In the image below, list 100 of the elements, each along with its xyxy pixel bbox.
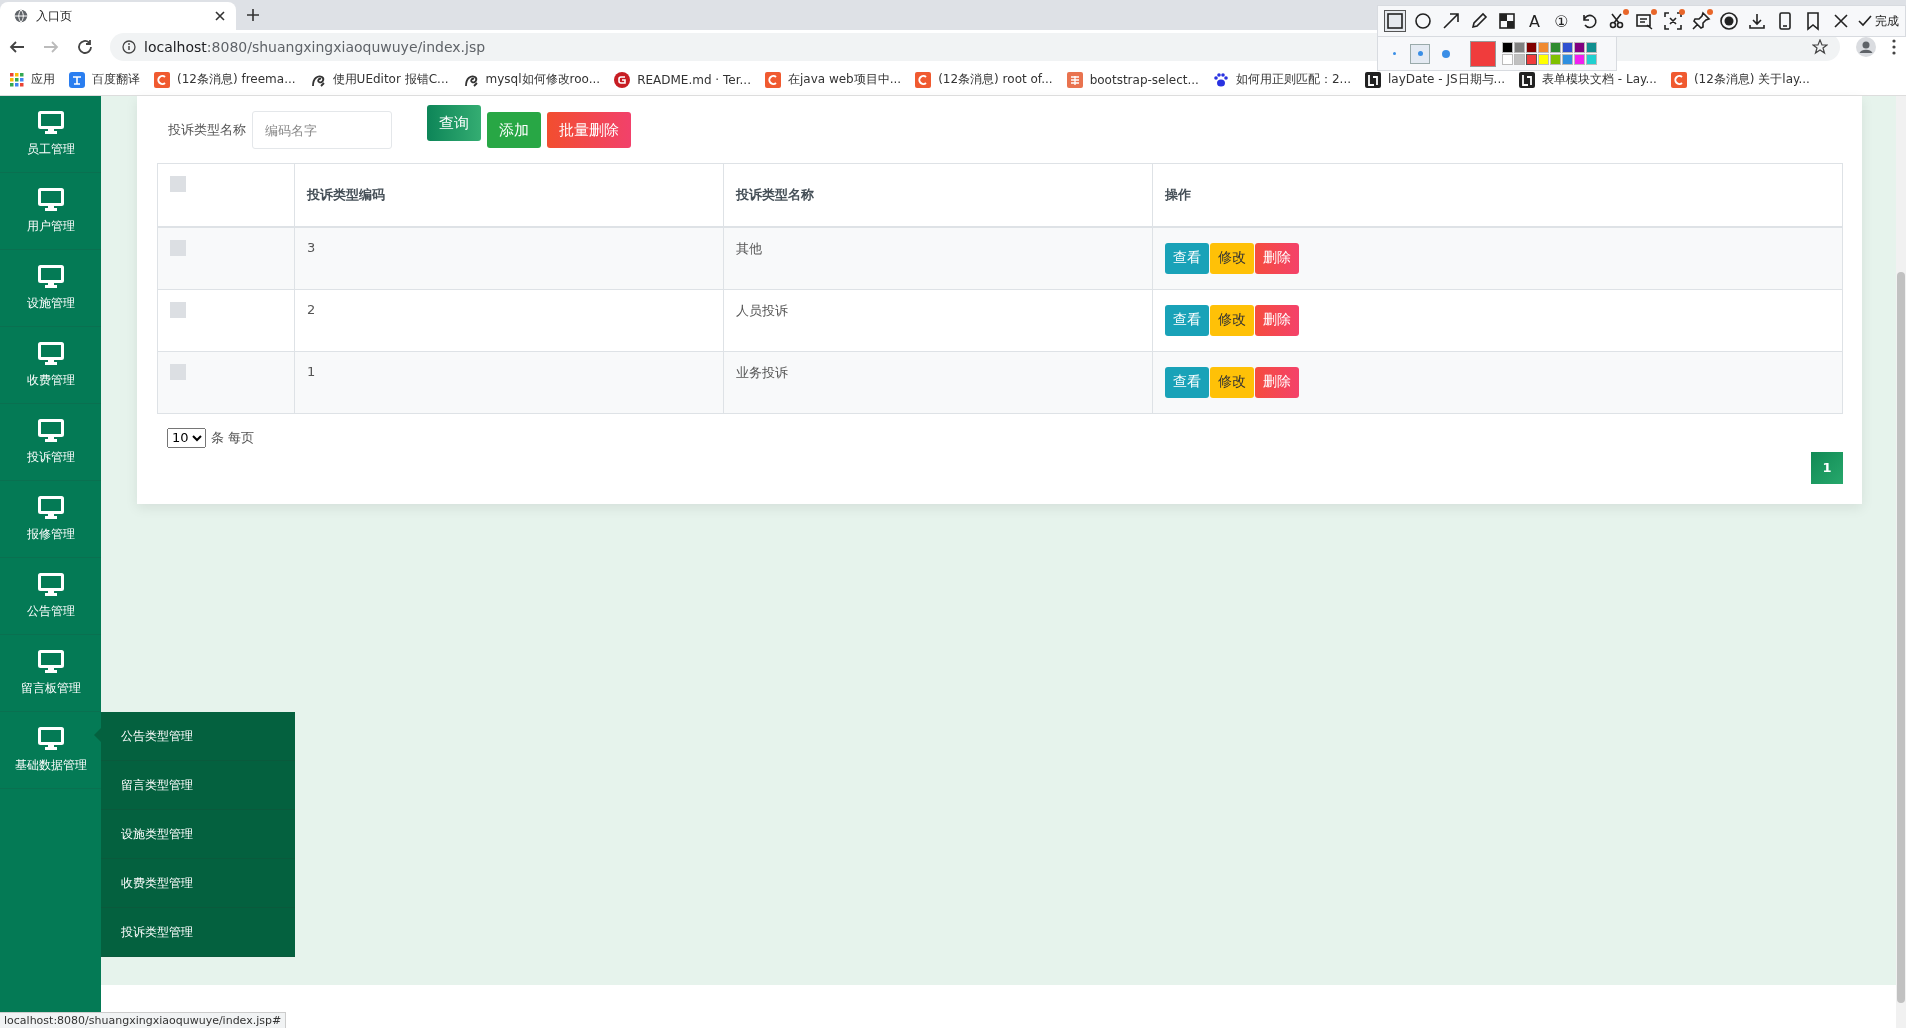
color-swatch[interactable] <box>1562 54 1573 65</box>
color-swatch[interactable] <box>1538 42 1549 53</box>
bookmark[interactable]: 应用 <box>10 71 55 88</box>
scan-icon[interactable] <box>1635 11 1655 31</box>
color-swatch[interactable] <box>1550 42 1561 53</box>
arrow-tool-icon[interactable] <box>1441 11 1461 31</box>
circle-tool-icon[interactable] <box>1413 11 1433 31</box>
close-icon[interactable] <box>214 10 226 22</box>
table-cell: 3 <box>307 240 316 255</box>
monitor-icon <box>37 187 64 212</box>
monitor-icon <box>37 264 64 289</box>
bookmark[interactable]: layDate - JS日期与... <box>1365 71 1506 88</box>
edit-button[interactable]: 修改 <box>1210 242 1254 274</box>
page-button[interactable]: 1 <box>1811 451 1843 484</box>
column-header: 投诉类型名称 <box>736 187 814 202</box>
monitor-icon <box>37 726 64 751</box>
check-icon <box>1858 15 1872 27</box>
column-header: 操作 <box>1165 187 1191 202</box>
download-icon[interactable] <box>1747 11 1767 31</box>
bookmark[interactable]: 在java web项目中... <box>764 71 902 88</box>
scrollbar[interactable] <box>1897 272 1905 1003</box>
edit-button[interactable]: 修改 <box>1210 366 1254 398</box>
color-swatch[interactable] <box>1562 42 1573 53</box>
url-text: localhost:8080/shuangxingxiaoquwuye/index.jsp <box>144 39 486 55</box>
table-cell: 2 <box>307 301 316 317</box>
new-tab-icon[interactable] <box>246 8 260 22</box>
apps-icon[interactable] <box>10 72 24 87</box>
tab-title: 入口页 <box>36 7 73 25</box>
site-icon <box>1066 71 1083 88</box>
search-field[interactable]: 编码名字 <box>252 111 392 149</box>
globe-icon <box>14 9 28 23</box>
search-button[interactable]: 查询 <box>427 105 481 141</box>
bookmark[interactable]: (12条消息) 关于lay... <box>1670 71 1810 88</box>
color-swatch[interactable] <box>1514 42 1525 53</box>
site-icon <box>154 71 170 88</box>
color-swatch[interactable] <box>1586 42 1597 53</box>
page-size-select[interactable]: 10 <box>167 427 206 448</box>
bookmark[interactable]: 使用UEditor 报错C... <box>309 71 449 88</box>
table-cell: 1 <box>307 363 316 379</box>
select-all-checkbox[interactable] <box>170 176 186 192</box>
monitor-icon <box>37 495 64 520</box>
bookmark[interactable]: (12条消息) root of... <box>915 71 1053 88</box>
table-cell: 人员投诉 <box>736 302 788 318</box>
status-bar: localhost:8080/shuangxingxiaoquwuye/index.jsp# <box>0 1012 287 1028</box>
row-checkbox[interactable] <box>170 240 186 256</box>
monitor-icon <box>37 649 64 674</box>
expand-icon[interactable] <box>1663 11 1683 31</box>
text-tool[interactable]: ① <box>1551 10 1572 32</box>
column-header: 投诉类型编码 <box>307 187 385 202</box>
row-checkbox[interactable] <box>170 363 186 380</box>
site-icon <box>1670 71 1687 88</box>
translate-icon <box>69 71 85 88</box>
current-color[interactable] <box>1470 40 1496 67</box>
batch-delete-button[interactable]: 批量删除 <box>547 112 631 148</box>
color-swatch[interactable] <box>1574 54 1585 65</box>
delete-button[interactable]: 删除 <box>1255 304 1299 336</box>
site-icon <box>614 71 631 88</box>
text-tool[interactable]: A <box>1524 10 1545 32</box>
monitor-icon <box>37 341 64 366</box>
color-swatch[interactable] <box>1586 54 1597 65</box>
color-swatch[interactable] <box>1550 54 1561 65</box>
color-swatch[interactable] <box>1514 54 1525 65</box>
info-icon[interactable] <box>122 40 136 54</box>
color-swatch[interactable] <box>1526 42 1537 53</box>
bookmark[interactable]: bootstrap-select... <box>1066 71 1199 88</box>
browser-tab[interactable]: 入口页 <box>0 2 236 30</box>
color-swatch[interactable] <box>1574 42 1585 53</box>
menu-icon[interactable] <box>1892 39 1896 55</box>
mosaic-icon[interactable] <box>1497 11 1517 31</box>
monitor-icon <box>37 418 64 443</box>
table-cell: 业务投诉 <box>736 364 788 380</box>
star-icon[interactable] <box>1812 39 1828 55</box>
monitor-icon <box>37 110 64 135</box>
delete-button[interactable]: 删除 <box>1255 242 1299 274</box>
monitor-icon <box>37 572 64 597</box>
field-label: 投诉类型名称 <box>168 121 246 139</box>
done-button[interactable]: 完成 <box>1858 12 1899 30</box>
color-swatch[interactable] <box>1526 54 1537 65</box>
bookmark[interactable]: 表单模块文档 - Lay... <box>1519 71 1657 88</box>
bookmark[interactable]: 百度翻译 <box>69 71 140 88</box>
pencil-icon[interactable] <box>1469 11 1489 31</box>
rectangle-tool-icon[interactable] <box>1385 11 1405 31</box>
paw-icon <box>1212 71 1229 88</box>
color-swatch[interactable] <box>1538 54 1549 65</box>
bookmark[interactable]: 如何用正则匹配：2... <box>1212 71 1351 88</box>
bookmark[interactable]: (12条消息) freema... <box>154 71 296 88</box>
table-cell: 其他 <box>736 241 762 256</box>
row-checkbox[interactable] <box>170 301 186 318</box>
page-size-label: 条 每页 <box>211 428 255 447</box>
bookmark[interactable]: README.md · Ter... <box>614 71 751 88</box>
brush-size[interactable] <box>1410 43 1430 64</box>
record-icon[interactable] <box>1719 11 1739 31</box>
reload-icon[interactable] <box>76 38 94 56</box>
edit-button[interactable]: 修改 <box>1210 304 1254 336</box>
color-swatch[interactable] <box>1502 42 1513 53</box>
bookmark[interactable]: mysql如何修改roo... <box>462 71 601 88</box>
delete-button[interactable]: 删除 <box>1255 366 1299 398</box>
pin-icon[interactable] <box>1691 11 1711 31</box>
profile-icon[interactable] <box>1856 37 1876 57</box>
color-swatch[interactable] <box>1502 54 1513 65</box>
